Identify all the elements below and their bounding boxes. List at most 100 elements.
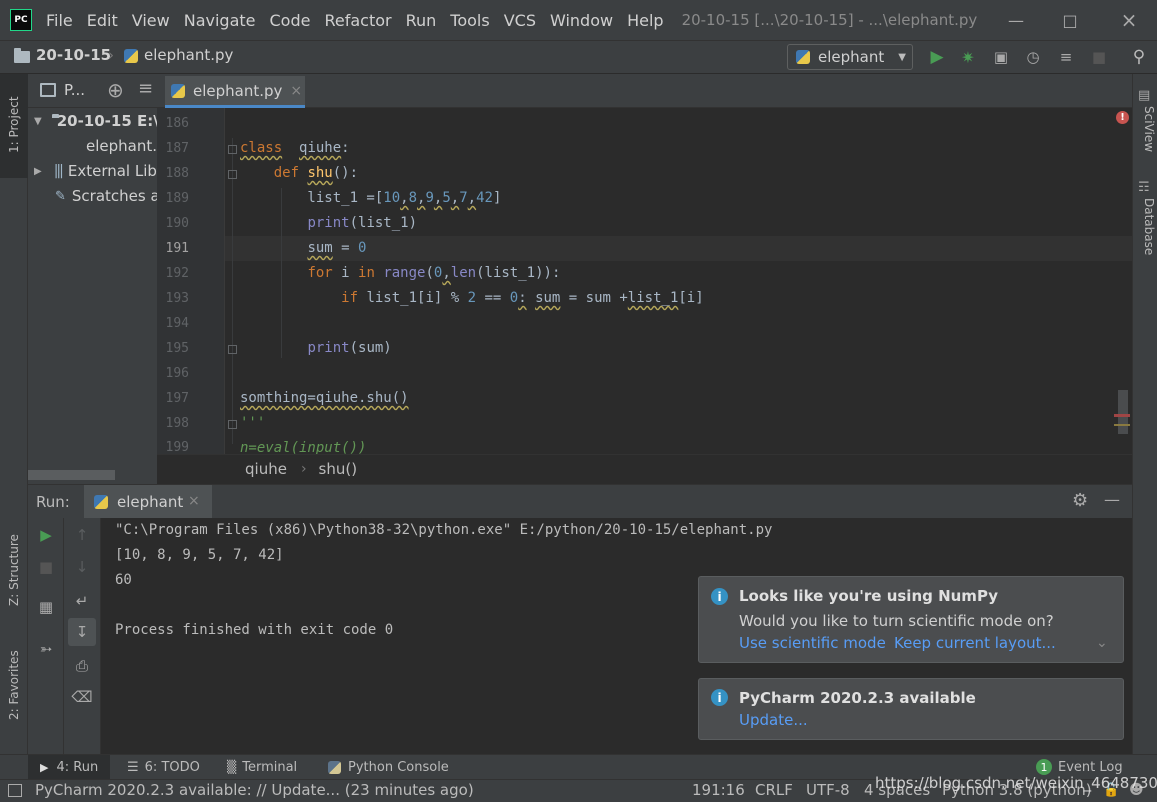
bottom-tab-python-console[interactable]: Python Console <box>328 757 449 777</box>
fold-marker-icon[interactable] <box>228 345 237 354</box>
coverage-icon[interactable]: ▣ <box>990 46 1012 68</box>
structure-tool-tab[interactable]: Z: Structure <box>2 520 26 620</box>
fold-marker-icon[interactable] <box>228 420 237 429</box>
soft-wrap-icon[interactable]: ↵ <box>71 590 93 612</box>
menu-navigate[interactable]: Navigate <box>184 11 256 30</box>
keep-current-layout-link[interactable]: Keep current layout... <box>894 634 1056 652</box>
use-scientific-mode-link[interactable]: Use scientific mode <box>739 634 886 652</box>
menu-refactor[interactable]: Refactor <box>324 11 391 30</box>
run-concurrency-icon[interactable]: ≡ <box>1055 46 1077 68</box>
pin-tab-icon[interactable]: ➳ <box>35 638 57 660</box>
chevron-down-icon: ▼ <box>34 115 42 127</box>
bottom-tab-terminal[interactable]: ▒ Terminal <box>227 757 297 777</box>
bottom-tab-label: 4: Run <box>56 759 99 775</box>
search-everywhere-icon[interactable]: ⚲ <box>1128 46 1150 68</box>
tree-item-project-root[interactable]: ▼ 20-10-15 E:\ <box>28 109 157 133</box>
warning-stripe-mark[interactable] <box>1114 424 1130 426</box>
tree-item-scratches[interactable]: ✎ Scratches and Consoles <box>28 184 157 208</box>
breadcrumb-class[interactable]: qiuhe <box>245 460 287 478</box>
run-icon[interactable]: ▶ <box>926 46 948 68</box>
profile-icon[interactable]: ◷ <box>1022 46 1044 68</box>
terminal-icon: ▒ <box>227 760 237 774</box>
locate-target-icon[interactable]: ⊕ <box>107 78 124 102</box>
run-configuration-select[interactable]: elephant ▼ <box>787 44 913 70</box>
nav-project[interactable]: 20-10-15 <box>36 46 111 64</box>
close-window-icon[interactable]: × <box>1117 8 1141 32</box>
run-panel-title: Run: <box>36 493 70 511</box>
bottom-tab-todo[interactable]: ☰ 6: TODO <box>127 757 200 777</box>
bottom-tab-label: Python Console <box>348 759 449 775</box>
console-line: Process finished with exit code 0 <box>115 622 394 638</box>
debug-bug-icon[interactable]: ✷ <box>957 46 979 68</box>
menu-run[interactable]: Run <box>406 11 437 30</box>
nav-file[interactable]: elephant.py <box>144 46 233 64</box>
chevron-right-icon: › <box>108 46 114 64</box>
menu-code[interactable]: Code <box>270 11 311 30</box>
tree-item-external-libraries[interactable]: ▶ ||| External Libraries <box>28 159 157 183</box>
fold-marker-icon[interactable] <box>228 145 237 154</box>
close-tab-icon[interactable]: × <box>290 83 302 99</box>
stop-icon[interactable]: ■ <box>35 556 57 578</box>
chevron-down-icon[interactable]: ⌄ <box>1096 635 1108 651</box>
info-icon: i <box>711 588 728 605</box>
editor-tab-elephant[interactable]: elephant.py × <box>165 76 305 108</box>
settings-gear-icon[interactable]: ⚙ <box>1072 490 1088 511</box>
dropdown-arrow-icon: ▼ <box>898 51 906 63</box>
project-view-selector[interactable]: P... <box>64 81 85 99</box>
menu-window[interactable]: Window <box>550 11 613 30</box>
fold-marker-icon[interactable] <box>228 170 237 179</box>
editor-scrollbar-thumb[interactable] <box>1118 390 1128 434</box>
scrollbar-thumb[interactable] <box>28 470 115 480</box>
status-message[interactable]: PyCharm 2020.2.3 available: // Update...… <box>35 781 474 799</box>
right-tool-strip <box>1132 74 1157 754</box>
menu-view[interactable]: View <box>132 11 170 30</box>
menu-edit[interactable]: Edit <box>87 11 118 30</box>
bottom-tab-run[interactable]: ▶ 4: Run <box>40 757 98 777</box>
hide-panel-icon[interactable]: — <box>1104 490 1120 509</box>
project-horizontal-scrollbar[interactable] <box>28 470 157 484</box>
menu-tools[interactable]: Tools <box>450 11 489 30</box>
trash-icon[interactable]: ⌫ <box>71 686 93 708</box>
minimize-icon[interactable]: — <box>1004 8 1028 32</box>
rerun-icon[interactable]: ▶ <box>35 524 57 546</box>
toggle-tool-windows-icon[interactable] <box>8 784 22 797</box>
line-number: 188 <box>165 166 189 181</box>
breadcrumb-method[interactable]: shu() <box>319 460 358 478</box>
run-tab-label: elephant <box>117 493 184 511</box>
arrow-down-icon[interactable]: ↓ <box>71 556 93 578</box>
update-link[interactable]: Update... <box>739 711 808 729</box>
code-line-192: for i in range(0,len(list_1)): <box>307 265 561 281</box>
close-tab-icon[interactable]: × <box>188 493 200 509</box>
sciview-tool-tab[interactable]: SciView <box>1134 106 1156 166</box>
code-line-199: n=eval(input()) <box>240 440 367 454</box>
caret-position[interactable]: 191:16 <box>692 781 745 799</box>
run-tab-elephant[interactable]: elephant × <box>84 485 212 519</box>
collapse-all-icon[interactable]: ≡ <box>138 78 153 99</box>
print-icon[interactable]: ⎙ <box>71 655 93 677</box>
database-tool-tab[interactable]: Database <box>1134 198 1156 268</box>
maximize-icon[interactable]: □ <box>1058 8 1082 32</box>
menu-file[interactable]: File <box>46 11 73 30</box>
menu-help[interactable]: Help <box>627 11 663 30</box>
line-number: 196 <box>165 366 189 381</box>
error-stripe-mark[interactable] <box>1114 414 1130 417</box>
stop-icon[interactable]: ■ <box>1088 46 1110 68</box>
arrow-up-icon[interactable]: ↑ <box>71 524 93 546</box>
project-tool-tab[interactable]: 1: Project <box>2 80 26 170</box>
menu-vcs[interactable]: VCS <box>504 11 536 30</box>
line-number: 187 <box>165 141 189 156</box>
code-line-198: ''' <box>240 415 266 431</box>
restore-layout-icon[interactable]: ▦ <box>35 596 57 618</box>
favorites-tool-tab[interactable]: 2: Favorites <box>2 640 26 730</box>
code-line-197: somthing=qiuhe.shu() <box>240 390 409 406</box>
line-separator[interactable]: CRLF <box>755 781 793 799</box>
file-encoding[interactable]: UTF-8 <box>806 781 850 799</box>
code-line-195: print(sum) <box>307 340 392 356</box>
error-indicator-icon[interactable]: ! <box>1116 111 1129 124</box>
tree-item-file[interactable]: elephant.py <box>28 134 157 158</box>
line-number: 186 <box>165 116 189 131</box>
python-file-icon <box>796 50 810 64</box>
run-icon: ▶ <box>40 760 49 774</box>
info-icon: i <box>711 689 728 706</box>
run-panel-header: Run: elephant × ⚙ — <box>28 484 1132 519</box>
